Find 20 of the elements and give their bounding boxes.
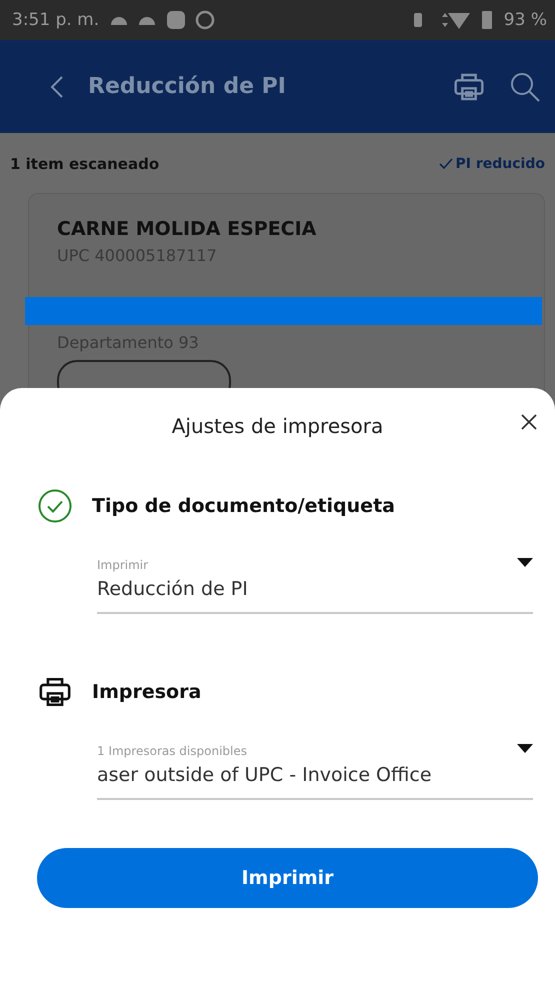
dropdown-field[interactable]: 1 Impresoras disponibles aser outside of UPC - Invoice Office xyxy=(97,744,533,800)
section-title: Tipo de documento/etiqueta xyxy=(92,495,395,517)
scanned-count: 1 item escaneado xyxy=(10,155,160,173)
close-icon xyxy=(521,414,537,430)
dropdown-caret-icon xyxy=(517,744,533,754)
check-icon xyxy=(438,158,453,170)
dropdown-caret-icon xyxy=(517,558,533,568)
item-name: CARNE MOLIDA ESPECIA xyxy=(57,218,318,240)
printer-icon xyxy=(38,675,72,709)
sheet-title: Ajustes de impresora xyxy=(172,414,384,438)
battery-percent: 93 % xyxy=(504,10,547,30)
section-title: Impresora xyxy=(92,681,202,703)
back-icon[interactable] xyxy=(50,74,64,98)
print-button[interactable]: Imprimir xyxy=(37,848,538,908)
dropdown-field[interactable]: Imprimir Reducción de PI xyxy=(97,558,533,614)
search-icon[interactable] xyxy=(509,70,541,102)
screen-title: Reducción de PI xyxy=(88,74,287,99)
check-circle-icon xyxy=(38,489,72,523)
reduced-status: PI reducido xyxy=(456,156,545,172)
status-time: 3:51 p. m. xyxy=(12,10,100,30)
